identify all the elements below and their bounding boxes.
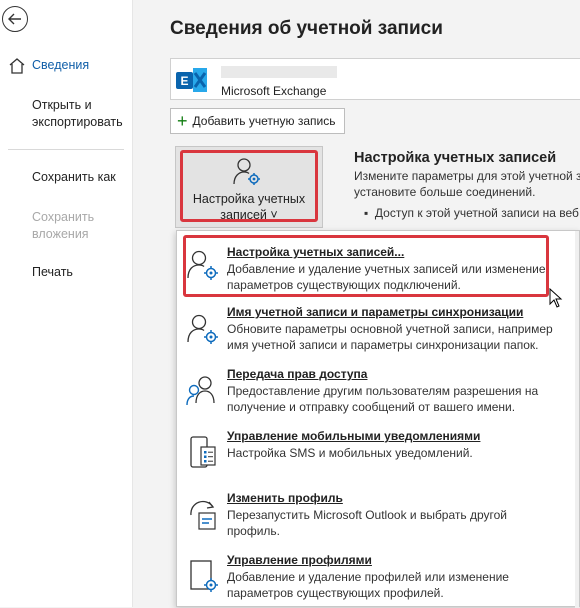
- nav-item-label: Открыть и экспортировать: [32, 98, 123, 129]
- section-bullet: ▪ Доступ к этой учетной записи на веб: [364, 206, 580, 220]
- section-desc-line: Измените параметры для этой учетной за: [354, 169, 580, 183]
- change-profile-icon: [190, 500, 216, 530]
- backstage-nav: Сведения Открыть и экспортировать Сохран…: [0, 0, 133, 607]
- user-settings-icon: [233, 158, 260, 185]
- account-settings-menu: Настройка учетных записей... Добавление …: [176, 230, 580, 608]
- add-account-label: Добавить учетную запись: [192, 114, 336, 128]
- back-arrow-icon: [8, 13, 21, 25]
- plus-icon: +: [177, 111, 188, 131]
- menu-item-label: Передача прав доступа: [227, 367, 368, 381]
- nav-item-label: Печать: [32, 265, 73, 279]
- section-desc-line: установите больше соединений.: [354, 185, 536, 199]
- account-email-redacted: [221, 66, 337, 78]
- page-title: Сведения об учетной записи: [170, 18, 443, 39]
- menu-item-change-profile[interactable]: Изменить профиль Перезапустить Microsoft…: [177, 487, 580, 547]
- manage-profiles-icon: [190, 560, 218, 592]
- menu-item-description: Перезапустить Microsoft Outlook и выбрат…: [227, 508, 508, 538]
- menu-item-account-settings[interactable]: Настройка учетных записей... Добавление …: [177, 231, 580, 299]
- section-title: Настройка учетных записей: [354, 150, 557, 166]
- menu-item-delegate-access[interactable]: Передача прав доступа Предоставление дру…: [177, 363, 580, 423]
- account-type: Microsoft Exchange: [221, 84, 327, 98]
- menu-item-label: Изменить профиль: [227, 491, 343, 505]
- menu-item-description: Обновите параметры основной учетной запи…: [227, 322, 553, 352]
- menu-item-description: Предоставление другим пользователям разр…: [227, 384, 539, 414]
- section-description: Измените параметры для этой учетной за у…: [354, 168, 580, 200]
- account-settings-label: Настройка учетных записей ˅: [192, 192, 306, 222]
- nav-item-print[interactable]: Печать: [0, 264, 132, 284]
- menu-item-label: Управление мобильными уведомлениями: [227, 429, 481, 443]
- menu-item-manage-profiles[interactable]: Управление профилями Добавление и удален…: [177, 549, 580, 608]
- delegate-users-icon: [186, 376, 215, 406]
- nav-item-label: Сохранить как: [32, 170, 116, 184]
- nav-item-save-as[interactable]: Сохранить как: [0, 169, 132, 189]
- account-selector[interactable]: E Microsoft Exchange: [170, 58, 580, 100]
- menu-item-account-name-sync[interactable]: Имя учетной записи и параметры синхрониз…: [177, 301, 580, 361]
- section-bullet-text: Доступ к этой учетной записи на веб: [374, 206, 579, 220]
- menu-item-label: Настройка учетных записей...: [227, 245, 405, 259]
- user-settings-icon: [187, 314, 218, 344]
- add-account-button[interactable]: + Добавить учетную запись: [170, 108, 345, 134]
- home-icon: [9, 58, 25, 74]
- mouse-cursor-icon: [549, 288, 563, 308]
- account-settings-button[interactable]: Настройка учетных записей ˅: [175, 146, 323, 228]
- menu-item-label: Имя учетной записи и параметры синхрониз…: [227, 305, 524, 319]
- menu-item-label: Управление профилями: [227, 553, 372, 567]
- nav-item-info[interactable]: Сведения: [0, 57, 132, 77]
- nav-item-save-attachments: Сохранить вложения: [0, 209, 132, 243]
- nav-divider: [8, 149, 124, 150]
- menu-item-description: Добавление и удаление учетных записей ил…: [227, 262, 546, 292]
- nav-item-label: Сохранить вложения: [32, 210, 95, 241]
- user-settings-icon: [187, 250, 218, 280]
- menu-item-mobile-notifications[interactable]: Управление мобильными уведомлениями Наст…: [177, 427, 580, 477]
- bullet-icon: ▪: [364, 206, 375, 220]
- menu-item-description: Добавление и удаление профилей или измен…: [227, 570, 509, 600]
- back-button[interactable]: [2, 6, 28, 32]
- svg-text:E: E: [180, 74, 188, 88]
- nav-item-label: Сведения: [32, 58, 90, 72]
- exchange-logo-icon: E: [176, 68, 207, 92]
- menu-item-description: Настройка SMS и мобильных уведомлений.: [227, 446, 473, 460]
- mobile-notifications-icon: [190, 436, 216, 468]
- nav-item-open-export[interactable]: Открыть и экспортировать: [0, 97, 132, 131]
